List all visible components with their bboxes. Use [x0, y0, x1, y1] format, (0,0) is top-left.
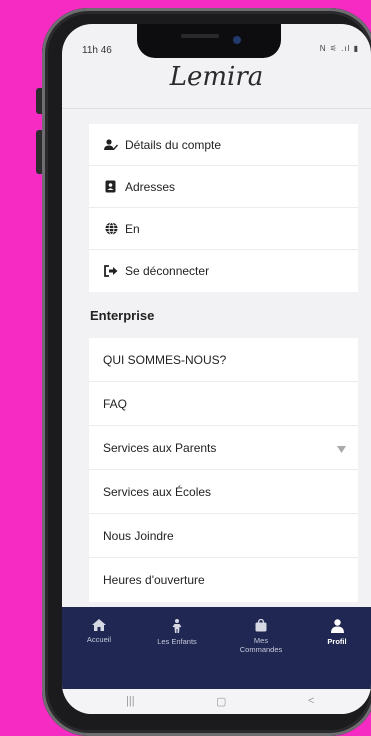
bag-icon: [255, 619, 267, 632]
menu-item-faq[interactable]: FAQ: [89, 382, 358, 426]
menu-item-logout[interactable]: Se déconnecter: [89, 250, 358, 292]
phone-notch: [137, 24, 281, 58]
section-title-enterprise: Enterprise: [90, 308, 155, 323]
menu-item-label: FAQ: [103, 396, 128, 411]
menu-item-language[interactable]: En: [89, 208, 358, 250]
recents-button[interactable]: |||: [126, 695, 135, 707]
nav-home[interactable]: Accueil: [64, 619, 134, 644]
enterprise-menu: QUI SOMMES-NOUS? FAQ Services aux Parent…: [89, 338, 358, 602]
person-icon: [330, 619, 344, 633]
header-divider: [62, 108, 371, 109]
menu-item-label: Détails du compte: [125, 137, 222, 152]
back-button[interactable]: <: [308, 695, 314, 707]
status-time: 11h 46: [82, 45, 112, 56]
nav-orders[interactable]: Mes Commandes: [226, 619, 296, 654]
nav-label: Profil: [327, 637, 347, 646]
menu-item-label: Heures d'ouverture: [103, 573, 205, 587]
menu-item-label: Adresses: [125, 179, 176, 194]
menu-item-label: QUI SOMMES-NOUS?: [103, 352, 227, 367]
menu-item-account-details[interactable]: Détails du compte: [89, 124, 358, 166]
child-icon: [172, 619, 182, 633]
nav-label: Mes Commandes: [239, 636, 283, 654]
nav-label: Les Enfants: [157, 637, 197, 646]
logout-icon: [103, 264, 119, 278]
home-icon: [92, 619, 106, 631]
bottom-navigation: Accueil Les Enfants Mes Commandes Profil: [62, 607, 371, 689]
menu-item-label: Services aux Parents: [103, 440, 217, 455]
globe-icon: [103, 222, 119, 236]
nav-label: Accueil: [86, 635, 112, 644]
chevron-down-icon[interactable]: [337, 442, 346, 456]
menu-item-contact[interactable]: Nous Joindre: [89, 514, 358, 558]
menu-item-parent-services[interactable]: Services aux Parents: [89, 426, 358, 470]
app-logo: Lemira: [169, 62, 264, 92]
home-button[interactable]: ▢: [216, 695, 226, 708]
nav-profile[interactable]: Profil: [302, 619, 371, 646]
nav-children[interactable]: Les Enfants: [142, 619, 212, 646]
status-icons: N ⚟ .ıl ▮: [319, 44, 359, 53]
menu-item-label: Services aux Écoles: [103, 484, 212, 499]
menu-item-label: Se déconnecter: [125, 264, 210, 278]
menu-item-opening-hours[interactable]: Heures d'ouverture: [89, 558, 358, 602]
menu-item-school-services[interactable]: Services aux Écoles: [89, 470, 358, 514]
account-menu: Détails du compte Adresses En Se déconne…: [89, 124, 358, 292]
app-screen: 11h 46 N ⚟ .ıl ▮ Lemira Détails du compt…: [62, 24, 371, 714]
menu-item-label: Nous Joindre: [103, 528, 174, 543]
menu-item-about[interactable]: QUI SOMMES-NOUS?: [89, 338, 358, 382]
address-book-icon: [103, 180, 119, 194]
menu-item-addresses[interactable]: Adresses: [89, 166, 358, 208]
user-edit-icon: [103, 138, 119, 152]
system-navigation-bar: ||| ▢ <: [62, 689, 371, 714]
menu-item-label: En: [125, 221, 140, 236]
